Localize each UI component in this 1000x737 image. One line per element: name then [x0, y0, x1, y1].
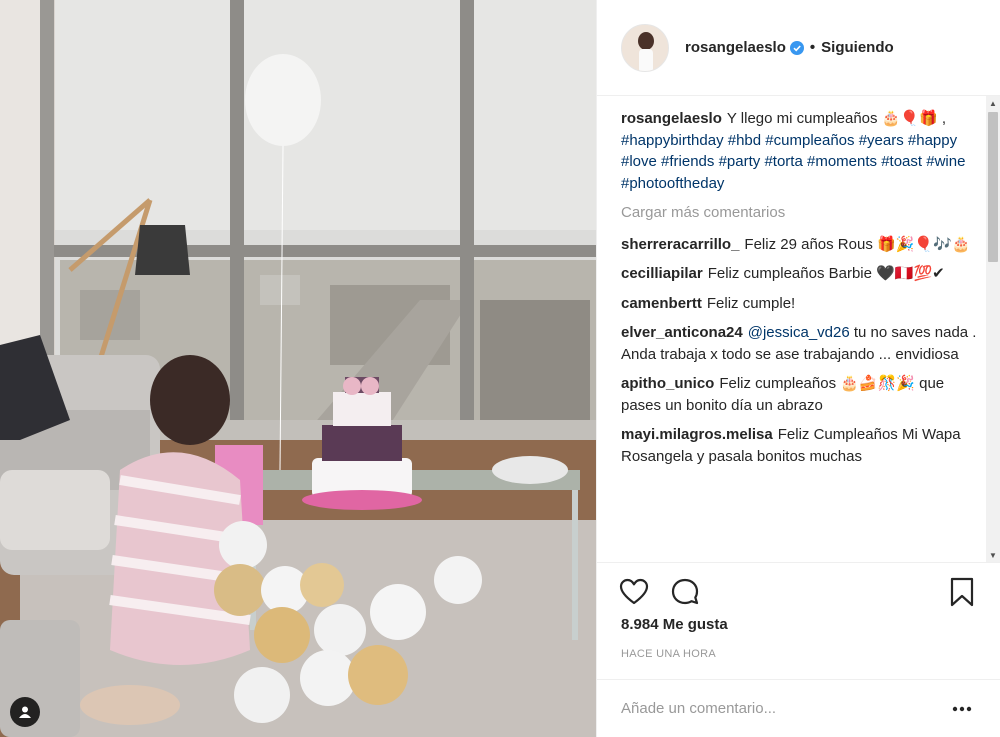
scroll-down-arrow-icon[interactable]: ▼: [986, 548, 1000, 562]
hashtag[interactable]: #hbd: [728, 132, 761, 149]
comment-username[interactable]: sherreracarrillo_: [621, 236, 739, 253]
caption-text: Y llego mi cumpleaños 🎂🎈🎁 ,: [726, 110, 947, 127]
comments-scrollbar[interactable]: ▲ ▼: [986, 96, 1000, 562]
scrollbar-thumb[interactable]: [988, 112, 998, 262]
hashtag[interactable]: #love: [621, 153, 657, 170]
comment-item: apitho_unico Feliz cumpleaños 🎂🍰🎊🎉 que pa…: [621, 373, 985, 416]
following-button[interactable]: Siguiendo: [821, 39, 894, 56]
avatar[interactable]: [621, 23, 669, 72]
hashtag[interactable]: #cumpleaños: [765, 132, 854, 149]
comment-text: Feliz cumpleaños Barbie 🖤🇵🇪💯✔: [707, 265, 945, 282]
comment-username[interactable]: apitho_unico: [621, 375, 714, 392]
load-more-comments-link[interactable]: Cargar más comentarios: [621, 202, 985, 224]
save-button[interactable]: [945, 575, 979, 609]
avatar-image: [622, 24, 668, 71]
bookmark-icon: [950, 577, 974, 607]
comment-button[interactable]: [668, 575, 702, 609]
verified-badge-icon: [789, 40, 804, 55]
comment-item: camenbertt Feliz cumple!: [621, 293, 985, 315]
comment-mention[interactable]: @jessica_vd26: [748, 324, 850, 341]
post-actions: [597, 562, 1000, 620]
hashtag[interactable]: #moments: [807, 153, 877, 170]
comment-item: elver_anticona24 @jessica_vd26 tu no save…: [621, 322, 985, 365]
hashtag[interactable]: #happybirthday: [621, 132, 724, 149]
add-comment-bar: [597, 679, 1000, 737]
birthday-photo-illustration: [0, 0, 596, 737]
caption-username[interactable]: rosangelaeslo: [621, 110, 722, 127]
comment-item: sherreracarrillo_ Feliz 29 años Rous 🎁🎉🎈🎶…: [621, 234, 985, 256]
comment-username[interactable]: cecilliapilar: [621, 265, 703, 282]
comments-list: rosangelaeslo Y llego mi cumpleaños 🎂🎈🎁 ,…: [621, 108, 985, 558]
post-header: rosangelaeslo • Siguiendo: [597, 0, 1000, 96]
comment-item: mayi.milagros.melisa Feliz Cumpleaños Mi …: [621, 424, 985, 467]
like-button[interactable]: [617, 575, 651, 609]
more-options-icon: [952, 706, 972, 711]
hashtag[interactable]: #toast: [881, 153, 922, 170]
header-separator: •: [809, 39, 816, 56]
header-username[interactable]: rosangelaeslo: [685, 39, 786, 56]
hashtag[interactable]: #photooftheday: [621, 175, 724, 192]
hashtag[interactable]: #party: [719, 153, 761, 170]
hashtag[interactable]: #friends: [661, 153, 714, 170]
hashtag[interactable]: #wine: [926, 153, 965, 170]
comment-text: Feliz cumple!: [706, 294, 796, 312]
post-photo[interactable]: [0, 0, 596, 737]
comment-input[interactable]: [621, 700, 947, 717]
comment-username[interactable]: camenbertt: [621, 295, 702, 312]
comment-username[interactable]: elver_anticona24: [621, 324, 743, 341]
post-timestamp[interactable]: HACE UNA HORA: [621, 648, 716, 660]
heart-icon: [619, 578, 649, 605]
comment-text: Feliz 29 años Rous 🎁🎉🎈🎶🎂: [744, 235, 971, 253]
hashtag[interactable]: #torta: [764, 153, 802, 170]
user-tag-button[interactable]: [10, 697, 40, 727]
post-side-panel: rosangelaeslo • Siguiendo rosangelaeslo Y…: [596, 0, 1000, 737]
comment-username[interactable]: mayi.milagros.melisa: [621, 426, 773, 443]
hashtag[interactable]: #years: [859, 132, 904, 149]
user-tag-icon: [19, 706, 31, 718]
comment-item: cecilliapilar Feliz cumpleaños Barbie 🖤🇵🇪…: [621, 263, 985, 285]
more-options-button[interactable]: [947, 699, 977, 719]
caption: rosangelaeslo Y llego mi cumpleaños 🎂🎈🎁 ,…: [621, 108, 985, 194]
scroll-up-arrow-icon[interactable]: ▲: [986, 96, 1000, 110]
comment-icon: [671, 578, 699, 605]
hashtag[interactable]: #happy: [908, 132, 957, 149]
likes-count[interactable]: 8.984 Me gusta: [621, 616, 728, 633]
